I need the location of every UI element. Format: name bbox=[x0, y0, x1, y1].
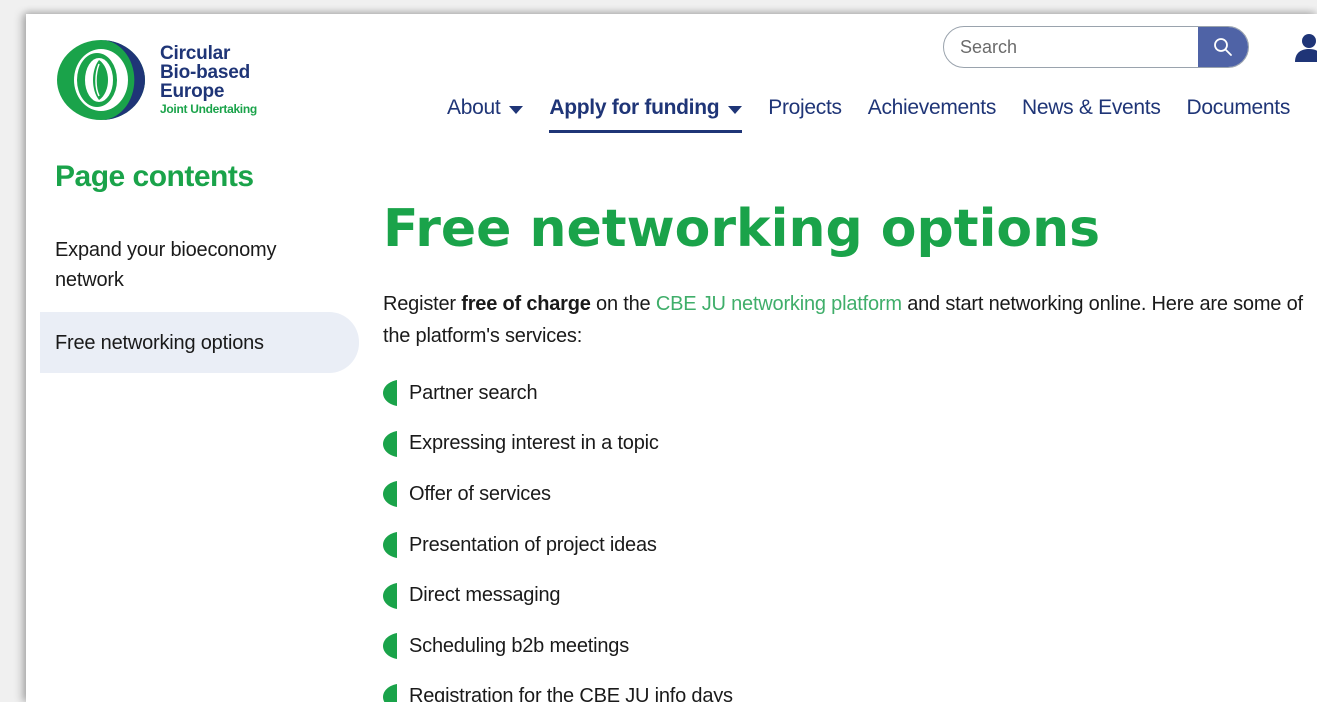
list-item-label: Scheduling b2b meetings bbox=[409, 634, 629, 657]
list-item: Expressing interest in a topic bbox=[383, 419, 733, 470]
list-item: Direct messaging bbox=[383, 570, 733, 621]
list-item-label: Presentation of project ideas bbox=[409, 533, 657, 556]
cbe-logo-icon bbox=[57, 40, 145, 120]
list-item-label: Expressing interest in a topic bbox=[409, 432, 659, 455]
list-item: Registration for the CBE JU info days bbox=[383, 672, 733, 702]
search-input[interactable] bbox=[944, 27, 1198, 67]
logo-line-2: Bio-based bbox=[160, 61, 251, 83]
nav-apply-for-funding[interactable]: Apply for funding bbox=[549, 92, 743, 133]
nav-projects-label: Projects bbox=[768, 96, 842, 119]
list-item-label: Registration for the CBE JU info days bbox=[409, 685, 733, 702]
nav-apply-label: Apply for funding bbox=[549, 96, 720, 119]
browser-page: Circular Bio-based Europe Joint Undertak… bbox=[26, 14, 1317, 702]
nav-news-label: News & Events bbox=[1022, 96, 1161, 119]
leaf-bullet-icon bbox=[383, 582, 397, 609]
list-item: Presentation of project ideas bbox=[383, 520, 733, 571]
leaf-bullet-icon bbox=[383, 430, 397, 457]
search-button[interactable] bbox=[1198, 27, 1248, 67]
leaf-bullet-icon bbox=[383, 532, 397, 559]
list-item: Offer of services bbox=[383, 469, 733, 520]
intro-bold: free of charge bbox=[461, 293, 591, 315]
logo-line-1: Circular bbox=[160, 42, 231, 64]
nav-about-label: About bbox=[447, 96, 501, 119]
sidebar-item-label: Expand your bioeconomy network bbox=[55, 239, 277, 291]
leaf-bullet-icon bbox=[383, 633, 397, 660]
logo-line-3: Europe bbox=[160, 80, 225, 102]
list-item: Scheduling b2b meetings bbox=[383, 621, 733, 672]
nav-news-events[interactable]: News & Events bbox=[1022, 92, 1161, 124]
search-box bbox=[943, 26, 1249, 68]
leaf-bullet-icon bbox=[383, 481, 397, 508]
sidebar-item-free-networking[interactable]: Free networking options bbox=[40, 312, 359, 373]
leaf-bullet-icon bbox=[383, 683, 397, 702]
sidebar-item-label: Free networking options bbox=[55, 331, 264, 354]
logo-wordmark: Circular Bio-based Europe Joint Undertak… bbox=[160, 44, 257, 117]
cbe-logo[interactable]: Circular Bio-based Europe Joint Undertak… bbox=[55, 38, 295, 122]
nav-documents-label: Documents bbox=[1186, 96, 1291, 119]
nav-documents[interactable]: Documents bbox=[1187, 92, 1291, 124]
nav-achievements-label: Achievements bbox=[867, 96, 997, 119]
intro-text-2: on the bbox=[590, 293, 656, 315]
intro-text-1: Register bbox=[383, 293, 462, 315]
list-item-label: Direct messaging bbox=[409, 584, 561, 607]
leaf-bullet-icon bbox=[383, 380, 397, 407]
user-icon[interactable] bbox=[1294, 32, 1317, 62]
nav-achievements[interactable]: Achievements bbox=[867, 92, 997, 124]
caret-down-icon bbox=[728, 105, 743, 114]
search-icon bbox=[1214, 38, 1232, 56]
page-title: Free networking options bbox=[383, 199, 1101, 259]
list-item-label: Offer of services bbox=[409, 482, 551, 505]
list-item-label: Partner search bbox=[409, 381, 538, 404]
networking-platform-link[interactable]: CBE JU networking platform bbox=[656, 293, 902, 315]
list-item: Partner search bbox=[383, 368, 733, 419]
sidebar-title: Page contents bbox=[55, 160, 254, 193]
intro-paragraph: Register free of charge on the CBE JU ne… bbox=[383, 288, 1308, 352]
logo-subtitle: Joint Undertaking bbox=[160, 101, 257, 116]
sidebar-item-expand-network[interactable]: Expand your bioeconomy network bbox=[40, 235, 359, 295]
nav-projects[interactable]: Projects bbox=[768, 92, 842, 124]
nav-about[interactable]: About bbox=[447, 92, 524, 124]
services-list: Partner search Expressing interest in a … bbox=[383, 368, 733, 702]
caret-down-icon bbox=[509, 105, 524, 114]
main-nav: About Apply for funding Projects Achieve… bbox=[447, 92, 1316, 133]
